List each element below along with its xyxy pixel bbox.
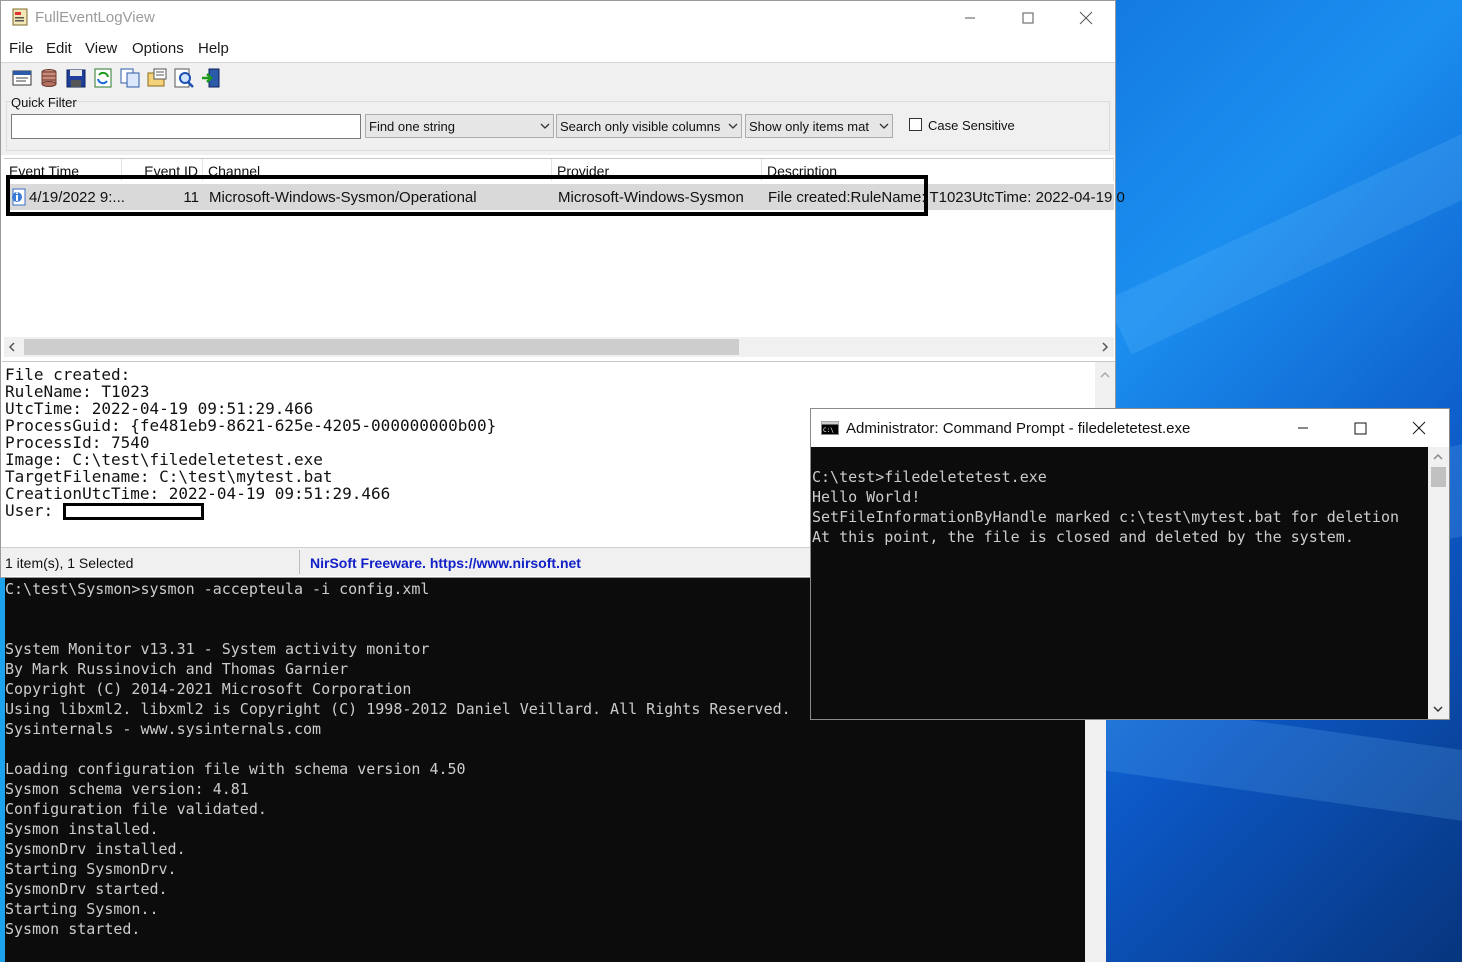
command-prompt-window: C:\ Administrator: Command Prompt - file… [810, 408, 1450, 720]
html-report-icon[interactable] [146, 67, 168, 89]
cmd-scroll-thumb[interactable] [1431, 467, 1446, 487]
close-button[interactable] [1057, 1, 1115, 34]
redacted-user-box [63, 503, 204, 520]
quick-filter-bar: Quick Filter Find one string Search only… [1, 93, 1115, 155]
cmd-title-bar[interactable]: C:\ Administrator: Command Prompt - file… [811, 409, 1449, 447]
wallpaper-light-ray [1096, 700, 1462, 839]
quick-filter-input[interactable] [11, 114, 361, 139]
filter-show-select[interactable]: Show only items mat [745, 114, 893, 138]
chevron-down-icon [540, 123, 550, 129]
svg-text:C:\: C:\ [823, 427, 834, 434]
quick-filter-label: Quick Filter [11, 95, 77, 110]
filter-scope-select[interactable]: Search only visible columns [556, 114, 742, 138]
filter-mode-value: Find one string [369, 119, 455, 134]
minimize-icon [965, 17, 975, 18]
maximize-icon [1022, 12, 1034, 23]
case-sensitive-label: Case Sensitive [928, 118, 1015, 133]
nirsoft-link[interactable]: NirSoft Freeware. https://www.nirsoft.ne… [310, 555, 581, 571]
data-source-icon[interactable] [38, 67, 60, 89]
cmd-window-title: Administrator: Command Prompt - filedele… [846, 420, 1191, 437]
cmd-minimize-button[interactable] [1274, 409, 1332, 447]
filter-show-value: Show only items mat [749, 119, 869, 134]
minimize-icon [1298, 427, 1308, 429]
app-icon [12, 8, 28, 26]
menu-file[interactable]: File [9, 40, 33, 57]
cmd-console-area[interactable]: C:\test>filedeletetest.exe Hello World! … [811, 447, 1428, 719]
cmd-maximize-button[interactable] [1331, 409, 1389, 447]
scroll-left-icon[interactable] [7, 342, 17, 352]
maximize-icon [1354, 422, 1366, 434]
menu-options[interactable]: Options [132, 40, 184, 57]
cmd-output: C:\test>filedeletetest.exe Hello World! … [812, 468, 1399, 546]
minimize-button[interactable] [941, 1, 999, 34]
scroll-up-icon[interactable] [1100, 370, 1110, 380]
exit-icon[interactable] [200, 67, 222, 89]
maximize-button[interactable] [999, 1, 1057, 34]
horizontal-scrollbar[interactable] [4, 337, 1114, 357]
properties-icon[interactable] [11, 67, 33, 89]
menu-edit[interactable]: Edit [46, 40, 72, 57]
status-item-count: 1 item(s), 1 Selected [5, 555, 134, 571]
refresh-icon[interactable] [92, 67, 114, 89]
toolbar [1, 62, 1115, 94]
horizontal-scroll-thumb[interactable] [24, 339, 739, 355]
close-icon [1412, 421, 1426, 435]
copy-icon[interactable] [119, 67, 141, 89]
filter-mode-select[interactable]: Find one string [365, 114, 554, 138]
selection-highlight-box [6, 175, 928, 216]
filter-scope-value: Search only visible columns [560, 119, 721, 134]
cmd-close-button[interactable] [1390, 409, 1448, 447]
cmd-vertical-scrollbar[interactable] [1428, 447, 1449, 719]
command-prompt-icon: C:\ [821, 421, 839, 435]
scroll-down-icon[interactable] [1433, 704, 1443, 714]
chevron-down-icon [879, 123, 889, 129]
menu-bar: File Edit View Options Help [1, 37, 1115, 60]
find-icon[interactable] [173, 67, 195, 89]
close-icon [1079, 11, 1093, 24]
window-title: FullEventLogView [35, 9, 155, 26]
menu-view[interactable]: View [85, 40, 117, 57]
save-icon[interactable] [65, 67, 87, 89]
title-bar[interactable]: FullEventLogView [1, 1, 1115, 34]
scroll-up-icon[interactable] [1433, 452, 1443, 462]
scroll-right-icon[interactable] [1100, 342, 1110, 352]
status-separator [299, 550, 300, 574]
chevron-down-icon [728, 123, 738, 129]
menu-help[interactable]: Help [198, 40, 229, 57]
wallpaper-light-ray [1106, 88, 1462, 355]
case-sensitive-checkbox[interactable] [909, 118, 922, 131]
